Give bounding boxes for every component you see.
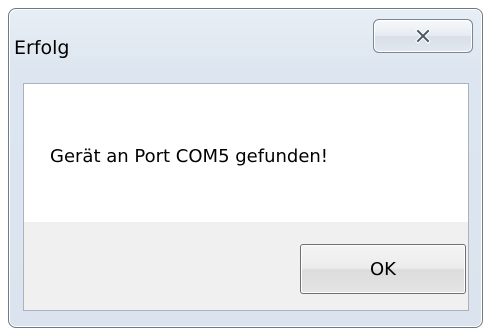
- dialog-message: Gerät an Port COM5 gefunden!: [50, 146, 329, 167]
- close-button[interactable]: [373, 19, 473, 53]
- title-bar[interactable]: Erfolg: [9, 9, 482, 79]
- dialog-title: Erfolg: [14, 37, 70, 59]
- ok-button[interactable]: OK: [300, 244, 466, 294]
- close-icon: [415, 28, 431, 44]
- message-area: Gerät an Port COM5 gefunden!: [24, 84, 468, 222]
- message-dialog: Erfolg Gerät an Port COM5 gefunden! OK: [8, 8, 483, 328]
- dialog-body: Gerät an Port COM5 gefunden! OK: [23, 83, 469, 311]
